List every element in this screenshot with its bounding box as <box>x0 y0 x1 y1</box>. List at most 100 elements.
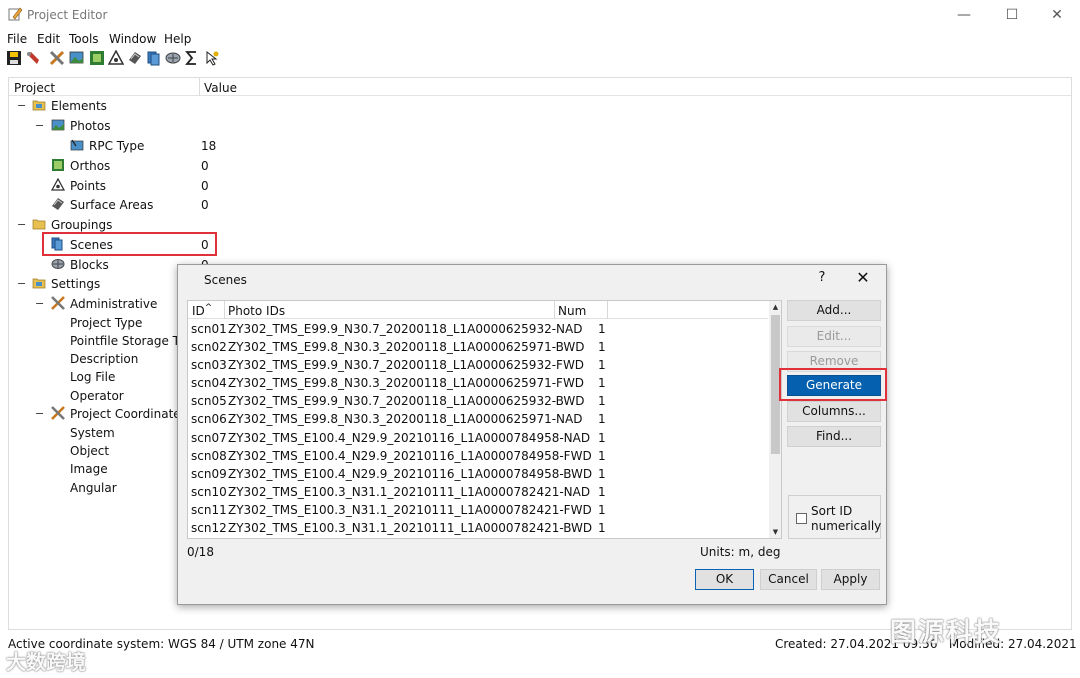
tree-row-object[interactable]: Object <box>9 442 189 460</box>
scene-id: scn01 <box>191 322 227 336</box>
tree-row-photos[interactable]: − Photos <box>9 117 509 135</box>
tree-label: Surface Areas <box>70 198 154 212</box>
scene-id: scn04 <box>191 376 227 390</box>
close-window-button[interactable]: ✕ <box>1037 4 1077 26</box>
menu-edit[interactable]: Edit <box>37 32 60 46</box>
watermark-logo-text-left: 大数跨境 <box>6 650 86 674</box>
tree-row-orthos[interactable]: Orthos 0 <box>9 157 509 175</box>
collapse-toggle[interactable]: − <box>17 277 26 290</box>
maximize-button[interactable]: ☐ <box>992 4 1032 26</box>
menu-tools[interactable]: Tools <box>69 32 99 46</box>
tree-label: Elements <box>51 99 107 113</box>
menu-help[interactable]: Help <box>164 32 191 46</box>
points-icon <box>51 178 65 191</box>
tree-label: Project Type <box>70 316 143 330</box>
points-icon[interactable] <box>108 50 124 66</box>
tree-row-system[interactable]: System <box>9 424 189 442</box>
collapse-toggle[interactable]: − <box>17 218 26 231</box>
table-row[interactable]: scn03 ZY302_TMS_E99.9_N30.7_20200118_L1A0… <box>188 356 768 374</box>
scenes-list: ID^ Photo IDs Num scn01 ZY302_TMS_E99.9_N… <box>187 300 782 539</box>
collapse-toggle[interactable]: − <box>17 99 26 112</box>
wrench-red-icon[interactable] <box>25 50 41 66</box>
menu-window[interactable]: Window <box>109 32 156 46</box>
photo-icon[interactable] <box>69 50 85 66</box>
pointer-icon[interactable] <box>204 50 220 66</box>
scene-id: scn03 <box>191 358 227 372</box>
ortho-icon[interactable] <box>89 50 105 66</box>
project-column-header[interactable]: Project <box>14 81 55 95</box>
tree-row-operator[interactable]: Operator <box>9 387 189 405</box>
tree-row-project-type[interactable]: Project Type <box>9 314 189 332</box>
columns-button[interactable]: Columns... <box>787 401 881 422</box>
table-row[interactable]: scn11 ZY302_TMS_E100.3_N31.1_20210111_L1A… <box>188 501 768 519</box>
scenes-icon[interactable] <box>146 50 162 66</box>
title-bar: Project Editor — ☐ ✕ <box>0 0 1080 30</box>
tools-icon <box>51 406 65 420</box>
photo-ids-column-header[interactable]: Photo IDs <box>228 304 285 318</box>
table-row[interactable]: scn04 ZY302_TMS_E99.8_N30.3_20200118_L1A0… <box>188 374 768 392</box>
folder-open-icon <box>32 100 46 111</box>
table-row[interactable]: scn08 ZY302_TMS_E100.4_N29.9_20210116_L1A… <box>188 447 768 465</box>
ok-button[interactable]: OK <box>695 569 754 590</box>
tree-row-surface-areas[interactable]: Surface Areas 0 <box>9 196 509 214</box>
table-row[interactable]: scn12 ZY302_TMS_E100.3_N31.1_20210111_L1A… <box>188 519 768 537</box>
num-value: 1 <box>598 358 606 372</box>
apply-button[interactable]: Apply <box>821 569 880 590</box>
blocks-icon[interactable] <box>165 50 181 66</box>
sort-id-label[interactable]: Sort ID numerically <box>811 504 881 534</box>
surface-icon <box>52 198 64 210</box>
sigma-icon[interactable] <box>184 50 200 66</box>
id-column-header[interactable]: ID^ <box>192 303 213 318</box>
tree-row-log-file[interactable]: Log File <box>9 368 189 386</box>
num-value: 1 <box>598 340 606 354</box>
surface-icon[interactable] <box>127 50 143 66</box>
id-header-label: ID <box>192 304 205 318</box>
tree-label: System <box>70 426 115 440</box>
table-row[interactable]: scn07 ZY302_TMS_E100.4_N29.9_20210116_L1A… <box>188 429 768 447</box>
tree-label: Settings <box>51 277 101 291</box>
num-column-header[interactable]: Num <box>558 304 586 318</box>
save-icon[interactable] <box>6 50 22 66</box>
tree-row-points[interactable]: Points 0 <box>9 177 509 195</box>
vertical-scrollbar[interactable]: ▲ ▼ <box>769 301 781 538</box>
scroll-down-arrow-icon[interactable]: ▼ <box>769 526 781 538</box>
table-row[interactable]: scn06 ZY302_TMS_E99.8_N30.3_20200118_L1A0… <box>188 410 768 428</box>
tree-row-elements[interactable]: − Elements <box>9 97 509 115</box>
column-separator[interactable] <box>607 301 608 319</box>
sort-id-checkbox[interactable] <box>796 513 807 524</box>
column-separator[interactable] <box>554 301 555 319</box>
table-row[interactable]: scn10 ZY302_TMS_E100.3_N31.1_20210111_L1A… <box>188 483 768 501</box>
collapse-toggle[interactable]: − <box>35 119 44 132</box>
tree-row-rpc-type[interactable]: RPC Type 18 <box>9 137 509 155</box>
table-row[interactable]: scn02 ZY302_TMS_E99.8_N30.3_20200118_L1A0… <box>188 338 768 356</box>
table-row[interactable]: scn09 ZY302_TMS_E100.4_N29.9_20210116_L1A… <box>188 465 768 483</box>
collapse-toggle[interactable]: − <box>35 297 44 310</box>
help-button[interactable]: ? <box>815 270 829 285</box>
num-value: 1 <box>598 394 606 408</box>
cancel-button[interactable]: Cancel <box>760 569 817 590</box>
value-column-header[interactable]: Value <box>204 81 237 95</box>
minimize-button[interactable]: — <box>944 4 984 26</box>
column-separator[interactable] <box>199 78 200 96</box>
find-button[interactable]: Find... <box>787 426 881 447</box>
table-row[interactable]: scn05 ZY302_TMS_E99.9_N30.7_20200118_L1A0… <box>188 392 768 410</box>
column-separator[interactable] <box>224 301 225 319</box>
scene-id: scn09 <box>191 467 227 481</box>
dialog-close-button[interactable]: ✕ <box>854 268 872 287</box>
scroll-up-arrow-icon[interactable]: ▲ <box>769 301 781 313</box>
tree-row-image[interactable]: Image <box>9 460 189 478</box>
tree-row-project-coordinate-system[interactable]: − Project Coordinate Sy <box>9 405 199 423</box>
menu-file[interactable]: File <box>7 32 27 46</box>
collapse-toggle[interactable]: − <box>35 407 44 420</box>
tree-row-description[interactable]: Description <box>9 350 189 368</box>
tree-row-pointfile-storage-type[interactable]: Pointfile Storage Typ <box>9 332 193 350</box>
add-button[interactable]: Add... <box>787 300 881 321</box>
photo-ids: ZY302_TMS_E99.9_N30.7_20200118_L1A000062… <box>228 358 585 372</box>
tools-icon[interactable] <box>49 50 65 66</box>
num-value: 1 <box>598 431 606 445</box>
sort-id-group: Sort ID numerically <box>788 495 881 539</box>
sort-ascending-icon: ^ <box>204 303 213 313</box>
tree-row-angular[interactable]: Angular <box>9 479 189 497</box>
edit-button[interactable]: Edit... <box>787 326 881 347</box>
table-row[interactable]: scn01 ZY302_TMS_E99.9_N30.7_20200118_L1A0… <box>188 320 768 338</box>
